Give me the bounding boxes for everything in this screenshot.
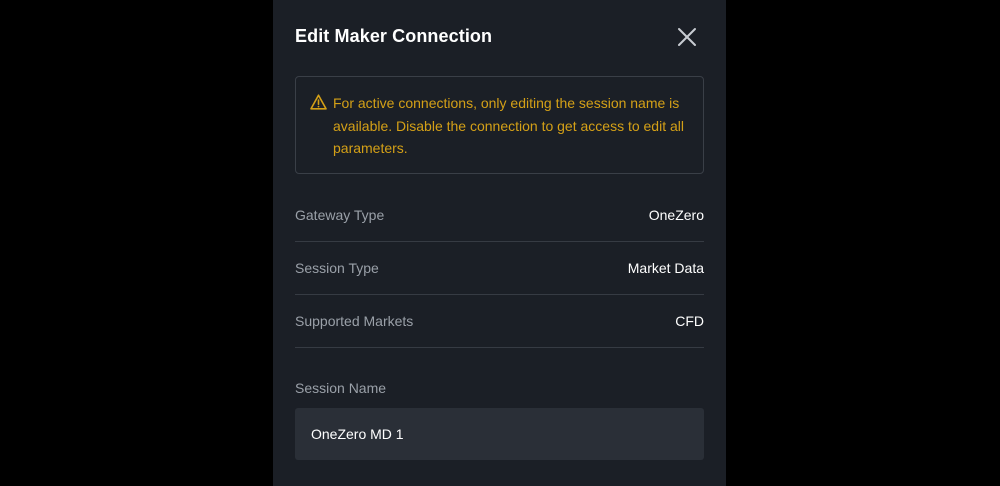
close-icon [678,28,696,46]
warning-icon [310,94,327,110]
warning-banner: For active connections, only editing the… [295,76,704,174]
warning-text: For active connections, only editing the… [333,95,684,156]
info-row-gateway-type: Gateway Type OneZero [295,189,704,242]
dialog-header: Edit Maker Connection [295,0,704,76]
session-name-input[interactable] [295,408,704,460]
connection-info: Gateway Type OneZero Session Type Market… [295,189,704,348]
info-value: OneZero [648,207,704,223]
close-button[interactable] [676,26,698,48]
info-label: Session Type [295,260,379,276]
info-label: Supported Markets [295,313,414,329]
info-value: CFD [675,313,704,329]
info-label: Gateway Type [295,207,385,223]
session-name-label: Session Name [295,380,387,396]
dialog-title: Edit Maker Connection [295,26,493,46]
info-value: Market Data [627,260,704,276]
info-row-supported-markets: Supported Markets CFD [295,295,704,348]
edit-maker-connection-dialog: Edit Maker Connection For active connect… [273,0,726,486]
info-row-session-type: Session Type Market Data [295,242,704,295]
